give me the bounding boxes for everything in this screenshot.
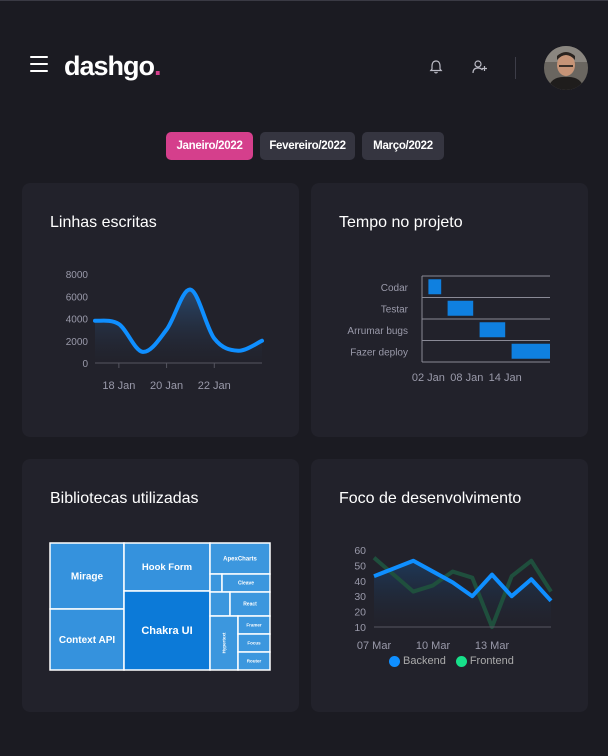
- tab-marco[interactable]: Março/2022: [362, 132, 444, 160]
- treemap-cell: [209, 591, 231, 617]
- y-tick-label: 60: [354, 545, 366, 557]
- time-chart: Codar Testar Arrumar bugs Fazer deploy 02 Ja…: [347, 275, 550, 384]
- treemap-label: React: [243, 602, 257, 608]
- y-tick-label: 10: [354, 622, 366, 634]
- card-tempo-projeto: Tempo no projeto Codar Testar Arrumar bugs…: [311, 183, 588, 437]
- y-tick-label: 2000: [66, 337, 89, 348]
- logo-dot: .: [154, 51, 161, 81]
- tab-fevereiro[interactable]: Fevereiro/2022: [260, 132, 355, 160]
- treemap-label: ApexCharts: [223, 557, 257, 563]
- logo[interactable]: dashgo.: [64, 51, 161, 82]
- treemap-label: Mirage: [71, 571, 104, 582]
- month-tabs: Janeiro/2022 Fevereiro/2022 Março/2022: [0, 132, 608, 162]
- x-tick-label: 14 Jan: [489, 372, 522, 384]
- card-bibliotecas: Bibliotecas utilizadas Mirage Hook Form Co…: [22, 459, 299, 712]
- gantt-bar: [447, 300, 474, 316]
- category-label: Testar: [381, 304, 409, 315]
- libs-treemap: Mirage Hook Form Context API Chakra UI ApexC…: [49, 542, 271, 671]
- y-tick-label: 40: [354, 576, 366, 588]
- y-tick-label: 50: [354, 560, 366, 572]
- y-tick-label: 20: [354, 607, 366, 619]
- treemap-cell: [209, 573, 223, 593]
- treemap-label: Chakra UI: [141, 625, 192, 637]
- x-tick-label: 08 Jan: [450, 372, 483, 384]
- x-tick-label: 20 Jan: [150, 380, 183, 392]
- y-tick-label: 0: [82, 359, 88, 370]
- treemap-label: Framer: [246, 623, 262, 628]
- x-tick-label: 13 Mar: [475, 640, 510, 652]
- menu-icon[interactable]: [30, 56, 48, 72]
- treemap-label: Context API: [59, 635, 116, 646]
- treemap-label: Hypertext: [222, 632, 227, 653]
- avatar[interactable]: [544, 46, 588, 90]
- gantt-bar: [428, 279, 442, 295]
- treemap-label: Cleave: [238, 581, 254, 587]
- add-user-icon[interactable]: [472, 59, 488, 75]
- y-tick-label: 8000: [66, 270, 89, 281]
- bell-icon[interactable]: [428, 59, 444, 75]
- y-tick-label: 4000: [66, 315, 89, 326]
- legend-label: Frontend: [469, 655, 514, 667]
- legend-dot: [455, 655, 467, 667]
- category-label: Arrumar bugs: [347, 326, 408, 337]
- lines-chart: 0 2000 4000 6000 8000 18 Jan 20 Jan 22 Jan: [66, 270, 264, 392]
- treemap-label: Focus: [247, 641, 261, 646]
- focus-chart: 10 20 30 40 50 60 07 Mar 10 Mar 13 Mar: [354, 545, 553, 652]
- category-label: Codar: [381, 283, 409, 294]
- legend-label: Backend: [403, 655, 446, 667]
- treemap-label: Hook Form: [142, 562, 192, 573]
- tab-janeiro[interactable]: Janeiro/2022: [166, 132, 253, 160]
- area-fill: [374, 560, 551, 627]
- x-tick-label: 22 Jan: [198, 380, 231, 392]
- header: dashgo.: [0, 1, 608, 131]
- legend-dot: [389, 655, 400, 667]
- logo-text: dashgo: [64, 51, 155, 81]
- x-tick-label: 10 Mar: [416, 640, 451, 652]
- x-tick-label: 18 Jan: [102, 380, 135, 392]
- card-foco: Foco de desenvolvimento 10 20 30 40 50 60 07 M…: [311, 459, 588, 712]
- y-tick-label: 30: [354, 591, 366, 603]
- x-tick-label: 02 Jan: [412, 372, 445, 384]
- treemap-label: Router: [247, 659, 262, 664]
- category-label: Fazer deploy: [350, 347, 408, 358]
- focus-legend: Backend Frontend: [389, 655, 514, 667]
- header-divider: [515, 57, 516, 79]
- x-tick-label: 07 Mar: [357, 640, 392, 652]
- card-linhas-escritas: Linhas escritas 0 2000 4000 6000 8000 18 Jan 2…: [22, 183, 299, 437]
- y-tick-label: 6000: [66, 292, 89, 303]
- gantt-bar: [511, 343, 550, 359]
- gantt-bar: [479, 322, 506, 338]
- legend-backend[interactable]: Backend: [389, 655, 446, 667]
- legend-frontend[interactable]: Frontend: [455, 655, 514, 667]
